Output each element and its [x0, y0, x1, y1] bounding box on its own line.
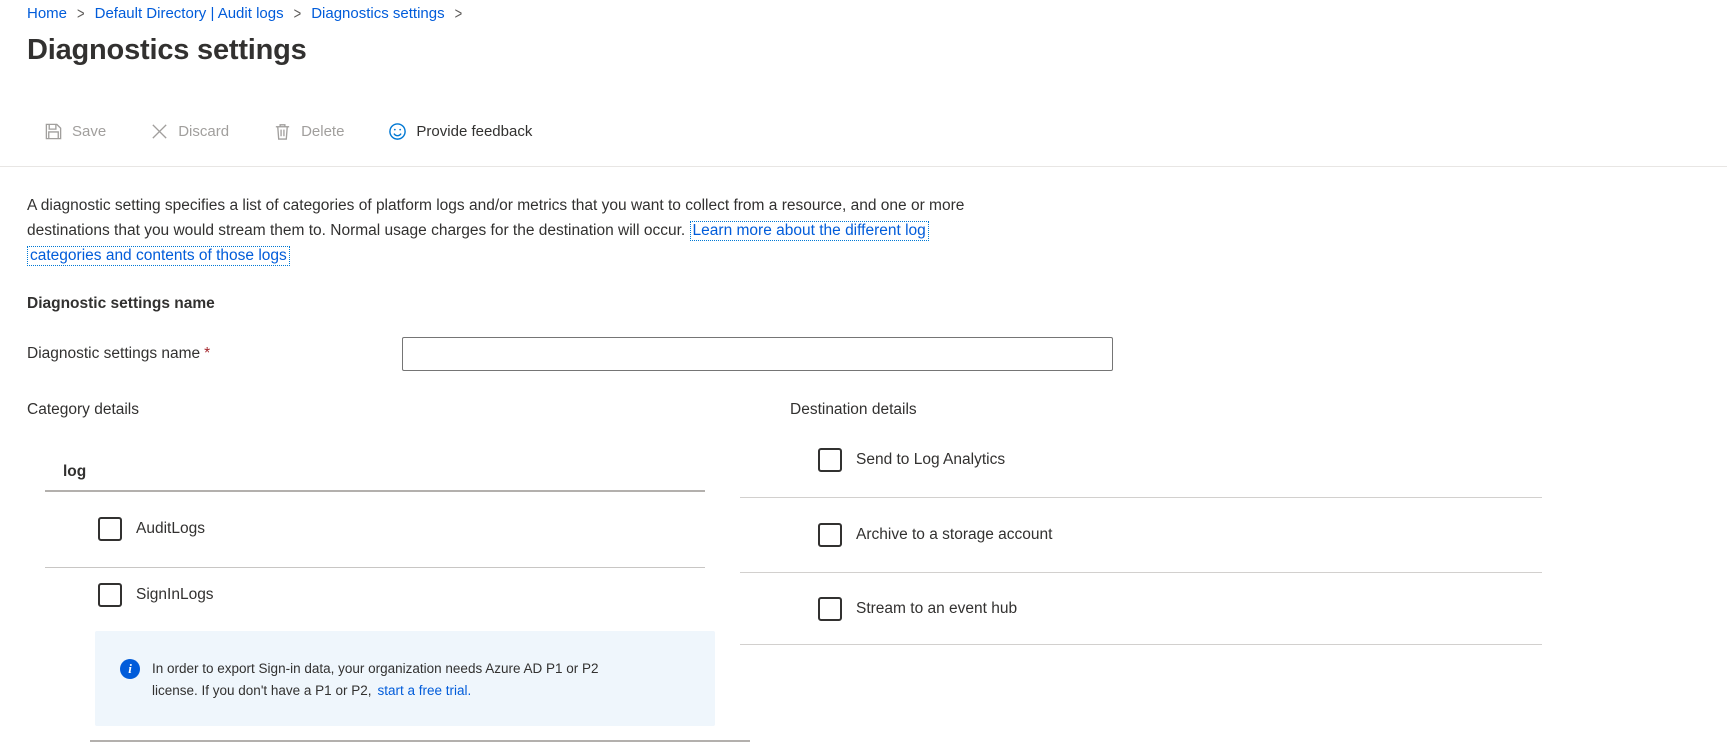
required-asterisk: * [204, 345, 210, 362]
diagnostic-settings-name-heading: Diagnostic settings name [27, 295, 1727, 315]
destination-details-section: Send to Log Analytics Archive to a stora… [740, 423, 1542, 742]
destination-row-log-analytics: Send to Log Analytics [740, 423, 1542, 498]
smiley-icon [388, 122, 407, 141]
toolbar-divider [0, 166, 1727, 167]
diagnostic-settings-name-label: Diagnostic settings name* [27, 345, 402, 363]
description-line-2: destinations that you would stream them … [27, 218, 1727, 243]
destination-details-heading: Destination details [790, 401, 917, 423]
start-free-trial-link[interactable]: start a free trial. [377, 683, 471, 698]
archive-to-storage-checkbox[interactable] [818, 523, 842, 547]
command-bar: Save Discard Delete [0, 112, 1727, 150]
description-line-3: categories and contents of those logs [27, 243, 1727, 268]
chevron-right-icon: > [284, 4, 312, 23]
save-label: Save [72, 123, 106, 140]
description-paragraph: A diagnostic setting specifies a list of… [27, 193, 1727, 268]
learn-more-link[interactable]: Learn more about the different log [690, 221, 929, 241]
stream-to-event-hub-label: Stream to an event hub [856, 600, 1017, 618]
save-icon [44, 122, 63, 141]
signin-export-info-box: i In order to export Sign-in data, your … [95, 631, 715, 726]
breadcrumb: Home > Default Directory | Audit logs > … [0, 0, 1727, 22]
description-line-1: A diagnostic setting specifies a list of… [27, 193, 1727, 218]
signinlogs-label: SignInLogs [136, 586, 214, 604]
diagnostic-settings-name-input[interactable] [402, 337, 1113, 371]
chevron-right-icon: > [445, 4, 473, 23]
provide-feedback-button[interactable]: Provide feedback [382, 118, 538, 145]
log-group-label: log [45, 423, 705, 492]
category-details-section: log AuditLogs SignInLogs i In order to e… [0, 423, 740, 742]
category-row-signinlogs: SignInLogs [45, 568, 705, 607]
breadcrumb-audit-logs[interactable]: Default Directory | Audit logs [95, 5, 284, 22]
signin-export-info-text: In order to export Sign-in data, your or… [152, 658, 599, 702]
category-bottom-divider [90, 740, 750, 742]
provide-feedback-label: Provide feedback [416, 123, 532, 140]
trash-icon [273, 122, 292, 141]
discard-x-icon [150, 122, 169, 141]
info-icon: i [120, 659, 140, 679]
delete-label: Delete [301, 123, 344, 140]
delete-button[interactable]: Delete [267, 118, 350, 145]
breadcrumb-diagnostics-settings[interactable]: Diagnostics settings [311, 5, 444, 22]
page-title: Diagnostics settings [27, 34, 1727, 67]
chevron-right-icon: > [67, 4, 95, 23]
category-row-auditlogs: AuditLogs [45, 492, 705, 568]
category-details-heading: Category details [27, 401, 713, 423]
destination-row-storage-account: Archive to a storage account [740, 498, 1542, 573]
signinlogs-checkbox[interactable] [98, 583, 122, 607]
auditlogs-label: AuditLogs [136, 520, 205, 538]
destination-row-event-hub: Stream to an event hub [740, 573, 1542, 645]
send-to-log-analytics-checkbox[interactable] [818, 448, 842, 472]
breadcrumb-home[interactable]: Home [27, 5, 67, 22]
diagnostic-settings-name-row: Diagnostic settings name* [27, 337, 1727, 371]
send-to-log-analytics-label: Send to Log Analytics [856, 451, 1005, 469]
section-headers: Category details Destination details [0, 401, 1727, 423]
auditlogs-checkbox[interactable] [98, 517, 122, 541]
discard-button[interactable]: Discard [144, 118, 235, 145]
stream-to-event-hub-checkbox[interactable] [818, 597, 842, 621]
learn-more-link-continued[interactable]: categories and contents of those logs [27, 246, 290, 266]
save-button[interactable]: Save [38, 118, 112, 145]
archive-to-storage-label: Archive to a storage account [856, 526, 1052, 544]
discard-label: Discard [178, 123, 229, 140]
